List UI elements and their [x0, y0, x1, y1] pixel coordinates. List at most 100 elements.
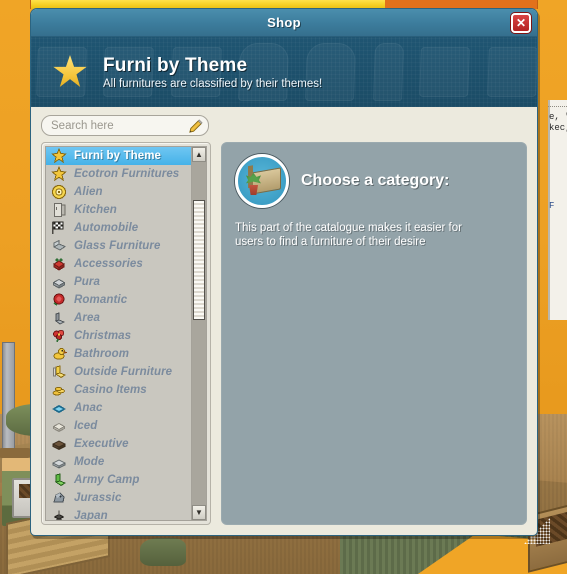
chat-line-2: kec, e [549, 123, 567, 133]
window-titlebar[interactable]: Shop ✕ [31, 9, 537, 37]
category-item-label: Christmas [74, 330, 132, 342]
category-item-area[interactable]: Area [46, 309, 191, 327]
search-input[interactable] [51, 116, 184, 135]
category-item-label: Area [74, 312, 100, 324]
yellow-chair-icon [50, 365, 68, 380]
category-item-furni-by-theme[interactable]: Furni by Theme [46, 147, 191, 165]
category-item-label: Outside Furniture [74, 366, 173, 378]
category-item-romantic[interactable]: Romantic [46, 291, 191, 309]
plant-pot [249, 185, 258, 195]
red-box-icon [50, 257, 68, 272]
category-item-outside-furniture[interactable]: Outside Furniture [46, 363, 191, 381]
category-list-scrollarea[interactable]: Furni by Theme Ecotron Furnitures Alien Kit… [46, 147, 191, 520]
category-item-label: Ecotron Furnitures [74, 168, 180, 180]
category-item-jurassic[interactable]: Jurassic [46, 489, 191, 507]
category-item-label: Iced [74, 420, 98, 432]
scroll-up-button[interactable]: ▲ [192, 147, 206, 162]
detail-description: This part of the catalogue makes it easi… [235, 222, 462, 248]
close-button[interactable]: ✕ [511, 13, 531, 33]
catalogue-banner: Furni by Theme All furnitures are classi… [31, 37, 537, 107]
category-item-glass-furniture[interactable]: Glass Furniture [46, 237, 191, 255]
room-avatar-hat [0, 448, 33, 458]
banner-title: Furni by Theme [103, 54, 248, 76]
category-item-label: Automobile [74, 222, 139, 234]
chevron-down-icon: ▼ [195, 507, 203, 517]
chat-line-1: e, "Az [549, 112, 567, 122]
category-item-label: Mode [74, 456, 105, 468]
window-body: Furni by Theme Ecotron Furnitures Alien Kit… [31, 107, 537, 535]
star-icon [53, 55, 87, 89]
category-item-label: Romantic [74, 294, 128, 306]
category-item-alien[interactable]: Alien [46, 183, 191, 201]
gold-coins-icon [50, 383, 68, 398]
category-scrollbar[interactable]: ▲ ▼ [191, 147, 206, 520]
close-icon: ✕ [515, 16, 527, 30]
category-item-label: Japan [74, 510, 108, 520]
detail-title: Choose a category: [301, 172, 450, 189]
plant-leaves [246, 173, 261, 184]
scrollbar-thumb[interactable] [193, 200, 205, 320]
room-pet[interactable] [140, 538, 186, 566]
bed-plant-icon [235, 154, 289, 208]
grey-sofa-icon [50, 455, 68, 470]
alien-disc-icon [50, 184, 68, 200]
search-row [41, 115, 527, 136]
category-item-executive[interactable]: Executive [46, 435, 191, 453]
banner-subtitle: All furnitures are classified by their t… [103, 77, 323, 90]
category-item-label: Glass Furniture [74, 240, 161, 252]
category-item-anac[interactable]: Anac [46, 399, 191, 417]
category-item-label: Bathroom [74, 348, 130, 360]
fridge-icon [50, 203, 68, 218]
scroll-down-button[interactable]: ▼ [192, 505, 206, 520]
category-item-bathroom[interactable]: Bathroom [46, 345, 191, 363]
category-item-casino-items[interactable]: Casino Items [46, 381, 191, 399]
checkered-flag-icon [50, 221, 68, 236]
rubber-duck-icon [50, 347, 68, 362]
category-item-label: Furni by Theme [74, 150, 162, 162]
category-list: Furni by Theme Ecotron Furnitures Alien Kit… [46, 147, 191, 520]
japan-lamp-icon [50, 509, 68, 520]
star-glyph [53, 55, 87, 87]
category-item-automobile[interactable]: Automobile [46, 219, 191, 237]
window-title: Shop [267, 15, 301, 30]
category-item-japan[interactable]: Japan [46, 507, 191, 520]
category-item-label: Executive [74, 438, 129, 450]
shop-window: Shop ✕ Furni by Theme All furnitures are… [30, 8, 538, 536]
screen: ✕ e, "Az kec, e F Shop ✕ [0, 0, 567, 574]
banner-text-group: Furni by Theme All furnitures are classi… [103, 55, 322, 90]
room-pillar [2, 342, 15, 460]
background-panel-divider [548, 106, 567, 107]
background-chat-line: e, "Az kec, e [549, 112, 567, 134]
category-item-christmas[interactable]: Christmas [46, 327, 191, 345]
category-item-label: Pura [74, 276, 100, 288]
category-list-panel: Furni by Theme Ecotron Furnitures Alien Kit… [41, 142, 211, 525]
category-item-label: Casino Items [74, 384, 147, 396]
search-box[interactable] [41, 115, 209, 136]
pencil-icon[interactable] [188, 119, 203, 134]
category-item-label: Jurassic [74, 492, 122, 504]
category-item-label: Kitchen [74, 204, 117, 216]
category-item-label: Anac [74, 402, 103, 414]
category-item-label: Alien [74, 186, 103, 198]
scrollbar-track[interactable] [192, 162, 206, 505]
red-rose-icon [50, 293, 68, 308]
ice-block-icon [50, 419, 68, 434]
dark-desk-icon [50, 437, 68, 452]
category-item-ecotron-furnitures[interactable]: Ecotron Furnitures [46, 165, 191, 183]
category-item-kitchen[interactable]: Kitchen [46, 201, 191, 219]
category-detail-pane: Choose a category: This part of the cata… [221, 142, 527, 525]
chevron-up-icon: ▲ [195, 149, 203, 159]
green-chair-icon [50, 473, 68, 488]
blue-rug-icon [50, 401, 68, 416]
grey-crate-icon [50, 275, 68, 290]
dino-rock-icon [50, 491, 68, 506]
background-chat-line-3: F [549, 201, 555, 211]
category-item-pura[interactable]: Pura [46, 273, 191, 291]
category-item-label: Army Camp [74, 474, 140, 486]
category-item-iced[interactable]: Iced [46, 417, 191, 435]
content-panes: Furni by Theme Ecotron Furnitures Alien Kit… [41, 142, 527, 525]
category-item-army-camp[interactable]: Army Camp [46, 471, 191, 489]
category-item-mode[interactable]: Mode [46, 453, 191, 471]
poinsettia-icon [50, 329, 68, 344]
category-item-accessories[interactable]: Accessories [46, 255, 191, 273]
